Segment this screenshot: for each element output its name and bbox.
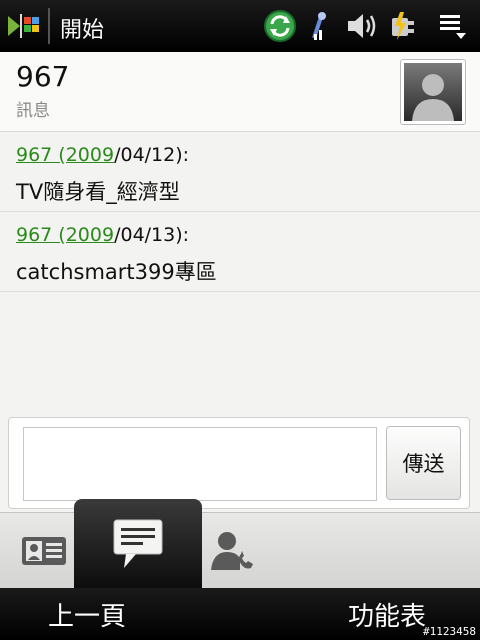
menu-icon[interactable] [434,8,470,44]
battery-charging-icon[interactable] [388,8,424,44]
windows-start-icon[interactable] [6,12,42,40]
message-item[interactable]: 967 (2009/04/12): TV隨身看_經濟型 [0,132,480,212]
call-contact-icon [211,532,253,570]
message-item[interactable]: 967 (2009/04/13): catchsmart399專區 [0,212,480,292]
tab-strip [0,499,480,589]
watermark: #1123458 [423,625,476,638]
back-softkey[interactable]: 上一頁 [48,596,126,633]
conversation-header: 967 訊息 [0,52,480,132]
sender-link[interactable]: 967 (2009 [16,144,114,166]
message-input[interactable] [23,427,377,501]
message-body: catchsmart399專區 [16,260,217,284]
message-meta: 967 (2009/04/13): [16,224,189,246]
contact-name: 967 [16,60,70,93]
contact-card-icon [22,537,66,565]
message-meta: 967 (2009/04/12): [16,144,189,166]
tab-messages[interactable] [74,499,202,589]
signal-icon[interactable] [300,8,336,44]
sync-icon[interactable] [262,8,298,44]
status-bar: 開始 [0,0,480,52]
conversation-subtitle: 訊息 [16,101,50,121]
person-silhouette-icon [412,74,454,121]
message-date: /04/13): [114,224,190,246]
app-title[interactable]: 開始 [60,12,104,44]
send-button[interactable]: 傳送 [386,426,461,500]
message-body: TV隨身看_經濟型 [16,180,180,204]
tab-contact-card[interactable] [14,513,74,589]
message-icon [113,519,163,568]
menu-softkey[interactable]: 功能表 [348,596,426,633]
compose-area: 傳送 [8,417,470,509]
speaker-icon[interactable] [344,8,380,44]
title-separator [48,8,50,44]
softkey-bar: 上一頁 功能表 #1123458 [0,588,480,640]
tab-call-contact[interactable] [204,513,260,589]
avatar[interactable] [400,59,466,125]
sender-link[interactable]: 967 (2009 [16,224,114,246]
message-date: /04/12): [114,144,190,166]
conversation-view: 967 訊息 967 (2009/04/12): TV隨身看_經濟型 967 (… [0,52,480,512]
